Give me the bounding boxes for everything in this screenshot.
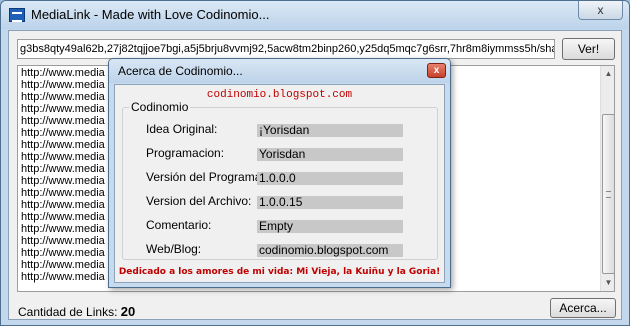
field-label-comentario: Comentario:	[146, 218, 212, 232]
list-item[interactable]: http://www.media	[21, 247, 105, 259]
about-dialog-title: Acerca de Codinomio...	[118, 64, 243, 78]
window-title: MediaLink - Made with Love Codinomio...	[31, 7, 270, 22]
list-item[interactable]: http://www.media	[21, 91, 105, 103]
url-input[interactable]: g3bs8qty49al62b,27j82tqjjoe7bgi,a5j5brju…	[17, 39, 555, 59]
field-value-version-archivo: 1.0.0.15	[257, 196, 403, 209]
list-item[interactable]: http://www.media	[21, 259, 105, 271]
about-dialog-title-bar[interactable]: Acerca de Codinomio... x	[109, 59, 450, 83]
link-count-status: Cantidad de Links: 20	[18, 304, 135, 319]
list-item[interactable]: http://www.media	[21, 115, 105, 127]
field-label-version-programa: Versión del Programa:	[146, 170, 265, 184]
field-value-comentario: Empty	[257, 220, 403, 233]
scroll-down-arrow-icon[interactable]: ▼	[601, 275, 614, 291]
list-item[interactable]: http://www.media	[21, 127, 105, 139]
app-list-icon	[9, 8, 25, 22]
scrollbar-thumb[interactable]	[602, 114, 614, 274]
link-count-label: Cantidad de Links:	[18, 305, 118, 319]
list-item[interactable]: http://www.media	[21, 175, 105, 187]
info-groupbox: Codinomio Idea Original: ¡Yorisdan Progr…	[122, 100, 438, 260]
list-item[interactable]: http://www.media	[21, 79, 105, 91]
list-item[interactable]: http://www.media	[21, 199, 105, 211]
list-item[interactable]: http://www.media	[21, 271, 105, 283]
field-value-version-programa: 1.0.0.0	[257, 172, 403, 185]
window-close-button[interactable]: x	[578, 1, 623, 20]
link-count-value: 20	[120, 304, 136, 319]
field-label-web-blog: Web/Blog:	[146, 242, 202, 256]
group-title: Codinomio	[129, 100, 191, 114]
list-item[interactable]: http://www.media	[21, 211, 105, 223]
list-item[interactable]: http://www.media	[21, 235, 105, 247]
field-value-web-blog: codinomio.blogspot.com	[257, 244, 403, 257]
list-item[interactable]: http://www.media	[21, 139, 105, 151]
field-value-idea: ¡Yorisdan	[257, 124, 403, 137]
list-item[interactable]: http://www.media	[21, 151, 105, 163]
list-item[interactable]: http://www.media	[21, 223, 105, 235]
list-item[interactable]: http://www.media	[21, 103, 105, 115]
acerca-button[interactable]: Acerca...	[550, 298, 616, 318]
field-label-programacion: Programacion:	[146, 146, 225, 160]
field-value-programacion: Yorisdan	[257, 148, 403, 161]
title-bar[interactable]: MediaLink - Made with Love Codinomio... …	[1, 1, 629, 29]
scroll-up-arrow-icon[interactable]: ▲	[601, 66, 614, 82]
field-label-idea: Idea Original:	[146, 122, 218, 136]
list-item[interactable]: http://www.media	[21, 187, 105, 199]
vertical-scrollbar[interactable]: ▲ ▼	[600, 66, 614, 291]
about-dialog: Acerca de Codinomio... x codinomio.blogs…	[108, 58, 451, 288]
field-label-version-archivo: Version del Archivo:	[146, 194, 252, 208]
about-dialog-close-button[interactable]: x	[427, 63, 446, 78]
dedication-text: Dedicado a los amores de mi vida: Mi Vie…	[118, 267, 441, 277]
main-window: MediaLink - Made with Love Codinomio... …	[0, 0, 630, 326]
about-dialog-body: codinomio.blogspot.com Codinomio Idea Or…	[114, 84, 445, 283]
ver-button[interactable]: Ver!	[562, 38, 615, 60]
list-item[interactable]: http://www.media	[21, 163, 105, 175]
list-item[interactable]: http://www.media	[21, 67, 105, 79]
